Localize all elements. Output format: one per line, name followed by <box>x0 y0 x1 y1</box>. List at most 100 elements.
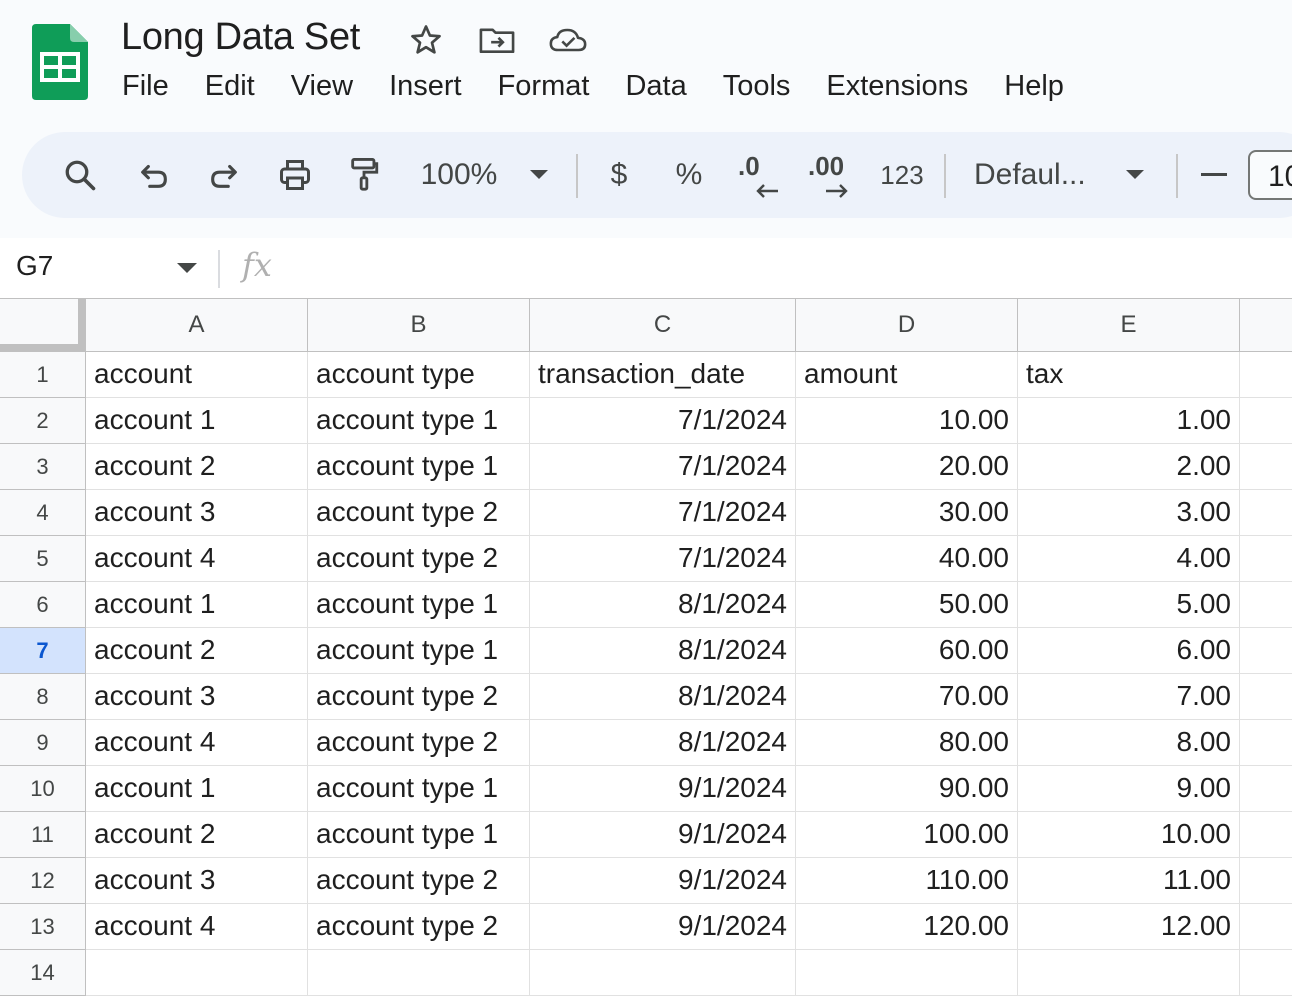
cell[interactable] <box>796 950 1018 996</box>
row-header-3[interactable]: 3 <box>0 444 86 490</box>
cell[interactable] <box>1240 674 1292 720</box>
formula-input[interactable] <box>300 250 1280 286</box>
cell[interactable]: account <box>86 352 308 398</box>
cell[interactable]: 30.00 <box>796 490 1018 536</box>
column-header-c[interactable]: C <box>530 298 796 352</box>
cell[interactable]: account type 1 <box>308 398 530 444</box>
cell[interactable]: account type 2 <box>308 674 530 720</box>
cell[interactable]: 70.00 <box>796 674 1018 720</box>
more-formats-button[interactable]: 123 <box>874 132 930 218</box>
cloud-saved-icon[interactable] <box>548 20 588 60</box>
font-select[interactable]: Defaul... <box>974 132 1104 218</box>
cell[interactable]: tax <box>1018 352 1240 398</box>
cell[interactable]: 1.00 <box>1018 398 1240 444</box>
cell[interactable]: account 4 <box>86 536 308 582</box>
cell[interactable]: 10.00 <box>1018 812 1240 858</box>
move-folder-icon[interactable] <box>477 20 517 60</box>
row-header-2[interactable]: 2 <box>0 398 86 444</box>
cell[interactable]: 9/1/2024 <box>530 766 796 812</box>
print-icon[interactable] <box>266 132 324 218</box>
document-title[interactable]: Long Data Set <box>121 16 360 59</box>
percent-format-button[interactable]: % <box>664 132 714 218</box>
cell[interactable]: account 2 <box>86 444 308 490</box>
cell[interactable] <box>1240 582 1292 628</box>
name-box[interactable]: G7 <box>16 250 53 282</box>
cell[interactable]: 7/1/2024 <box>530 490 796 536</box>
search-menus-icon[interactable] <box>50 132 110 218</box>
cell[interactable]: account 4 <box>86 904 308 950</box>
cell[interactable]: 6.00 <box>1018 628 1240 674</box>
decrease-decimal-button[interactable]: .0 <box>734 132 788 218</box>
cell[interactable]: 20.00 <box>796 444 1018 490</box>
cell[interactable]: account 2 <box>86 812 308 858</box>
cell[interactable]: account type 2 <box>308 720 530 766</box>
cell[interactable]: 10.00 <box>796 398 1018 444</box>
cell[interactable]: 8.00 <box>1018 720 1240 766</box>
cell[interactable]: account 3 <box>86 858 308 904</box>
row-header-10[interactable]: 10 <box>0 766 86 812</box>
cell[interactable] <box>1240 444 1292 490</box>
row-header-9[interactable]: 9 <box>0 720 86 766</box>
increase-decimal-button[interactable]: .00 <box>804 132 858 218</box>
cell[interactable] <box>1018 950 1240 996</box>
row-header-14[interactable]: 14 <box>0 950 86 996</box>
cell[interactable]: 7/1/2024 <box>530 444 796 490</box>
cell[interactable]: account type 1 <box>308 812 530 858</box>
cell[interactable]: account type <box>308 352 530 398</box>
cell[interactable]: amount <box>796 352 1018 398</box>
font-size-input[interactable]: 10 <box>1248 150 1292 200</box>
cell[interactable]: account 1 <box>86 582 308 628</box>
cell[interactable]: 50.00 <box>796 582 1018 628</box>
cell[interactable] <box>1240 352 1292 398</box>
cell[interactable] <box>1240 490 1292 536</box>
cell[interactable] <box>1240 812 1292 858</box>
cell[interactable]: account 4 <box>86 720 308 766</box>
cell[interactable]: account type 2 <box>308 904 530 950</box>
paint-format-icon[interactable] <box>336 132 392 218</box>
cell[interactable]: account type 2 <box>308 858 530 904</box>
row-header-5[interactable]: 5 <box>0 536 86 582</box>
decrease-font-size-button[interactable] <box>1194 132 1234 218</box>
cell[interactable] <box>1240 720 1292 766</box>
menu-view[interactable]: View <box>273 64 371 112</box>
cell[interactable]: 120.00 <box>796 904 1018 950</box>
font-dropdown-icon[interactable] <box>1118 132 1152 218</box>
cell[interactable]: account type 1 <box>308 582 530 628</box>
row-header-7[interactable]: 7 <box>0 628 86 674</box>
menu-tools[interactable]: Tools <box>705 64 809 112</box>
sheets-logo-icon[interactable] <box>32 24 88 100</box>
cell[interactable]: account type 2 <box>308 536 530 582</box>
cell[interactable]: account type 2 <box>308 490 530 536</box>
menu-help[interactable]: Help <box>986 64 1082 112</box>
cell[interactable]: 9/1/2024 <box>530 904 796 950</box>
column-header-d[interactable]: D <box>796 298 1018 352</box>
cell[interactable]: 100.00 <box>796 812 1018 858</box>
cell[interactable]: account type 1 <box>308 766 530 812</box>
row-header-11[interactable]: 11 <box>0 812 86 858</box>
column-header[interactable] <box>1240 298 1292 352</box>
redo-icon[interactable] <box>196 132 252 218</box>
menu-edit[interactable]: Edit <box>187 64 273 112</box>
cell[interactable] <box>86 950 308 996</box>
cell[interactable]: 5.00 <box>1018 582 1240 628</box>
cell[interactable]: account 3 <box>86 674 308 720</box>
cell[interactable]: account 2 <box>86 628 308 674</box>
cell[interactable]: 11.00 <box>1018 858 1240 904</box>
column-header-e[interactable]: E <box>1018 298 1240 352</box>
column-header-a[interactable]: A <box>86 298 308 352</box>
zoom-dropdown-icon[interactable] <box>522 132 556 218</box>
cell[interactable] <box>1240 858 1292 904</box>
cell[interactable] <box>530 950 796 996</box>
cell[interactable]: 3.00 <box>1018 490 1240 536</box>
cell[interactable]: 9/1/2024 <box>530 812 796 858</box>
row-header-8[interactable]: 8 <box>0 674 86 720</box>
menu-insert[interactable]: Insert <box>371 64 480 112</box>
cell[interactable] <box>1240 398 1292 444</box>
row-header-12[interactable]: 12 <box>0 858 86 904</box>
cell[interactable]: 40.00 <box>796 536 1018 582</box>
cell[interactable]: 110.00 <box>796 858 1018 904</box>
cell[interactable]: 9.00 <box>1018 766 1240 812</box>
cell[interactable] <box>308 950 530 996</box>
cell[interactable] <box>1240 628 1292 674</box>
cell[interactable]: 60.00 <box>796 628 1018 674</box>
